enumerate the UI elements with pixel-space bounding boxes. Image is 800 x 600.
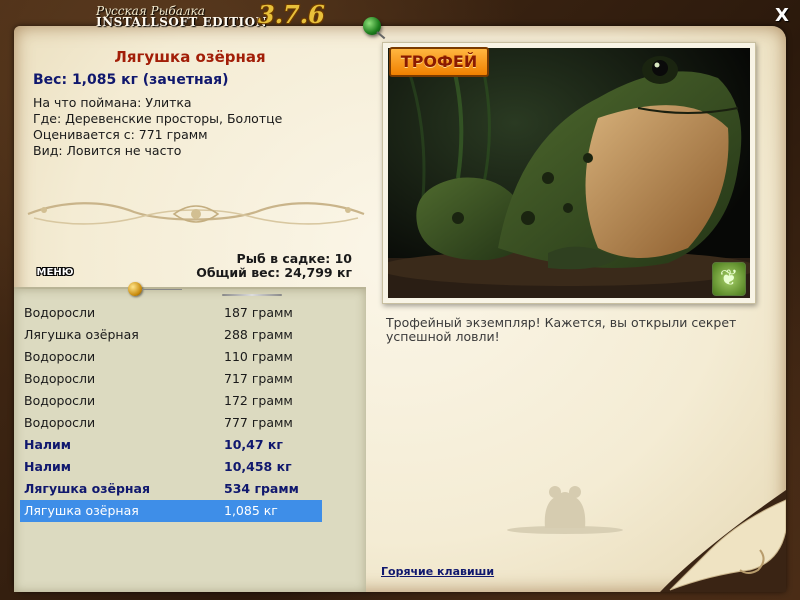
catch-weight: 1,085 кг [224,503,278,518]
fish-info: На что поймана: Улитка Где: Деревенские … [33,95,282,159]
catch-weight: 110 грамм [224,349,293,364]
catch-row[interactable]: Лягушка озёрная 288 грамм [20,324,322,346]
catch-name: Водоросли [24,371,96,386]
catch-weight: 777 грамм [224,415,293,430]
catch-row[interactable]: Лягушка озёрная 534 грамм [20,478,322,500]
valued-line: Оценивается с: 771 грамм [33,127,208,142]
catch-name: Лягушка озёрная [24,327,139,342]
catch-name: Налим [24,437,72,452]
title-main: INSTALLSOFT EDITION [96,15,268,29]
catch-row[interactable]: Налим 10,47 кг [20,434,322,456]
catch-name: Налим [24,459,72,474]
catch-name: Лягушка озёрная [24,481,151,496]
catch-name: Лягушка озёрная [24,503,139,518]
ornament-divider-icon [27,202,365,225]
trophy-badge: ТРОФЕЙ [389,47,489,77]
catch-row-selected[interactable]: Лягушка озёрная 1,085 кг [20,500,322,522]
catch-list: Водоросли 187 грамм Лягушка озёрная 288 гр… [20,302,322,522]
place-line: Где: Деревенские просторы, Болотце [33,111,283,126]
description-text: Трофейный экземпляр! Кажется, вы открыли… [386,315,737,344]
pin-needle-icon [142,289,182,290]
menu-button[interactable]: МЕНЮ [33,265,77,281]
catch-name: Водоросли [24,349,96,364]
fish-count: Рыб в садке: 10 [236,251,352,266]
yellow-pin-icon [128,282,142,296]
catch-row[interactable]: Водоросли 717 грамм [20,368,322,390]
page-curl-icon [660,490,786,592]
butterfly-icon[interactable]: ❦ [712,262,746,296]
fish-weight: Вес: 1,085 кг (зачетная) [33,72,229,88]
green-pin-icon [363,17,381,35]
catch-name: Водоросли [24,305,96,320]
catch-weight: 172 грамм [224,393,293,408]
version-label: 3.7.6 [258,0,325,29]
catch-name: Водоросли [24,415,96,430]
catch-weight: 10,458 кг [224,459,292,474]
total-weight: Общий вес: 24,799 кг [196,265,352,280]
stats-block: Рыб в садке: 10 Общий вес: 24,799 кг [190,252,352,280]
frog-photo [388,48,750,298]
catch-weight: 717 грамм [224,371,293,386]
catch-weight: 534 грамм [224,481,299,496]
close-button[interactable]: X [772,6,792,26]
bait-line: На что поймана: Улитка [33,95,192,110]
frog-watermark-icon [507,486,623,534]
catch-weight: 187 грамм [224,305,293,320]
catch-name: Водоросли [24,393,96,408]
needle-icon [222,294,282,296]
catch-row[interactable]: Водоросли 110 грамм [20,346,322,368]
catch-weight: 10,47 кг [224,437,283,452]
kind-line: Вид: Ловится не часто [33,143,182,158]
fish-name: Лягушка озёрная [114,48,266,66]
catch-row[interactable]: Налим 10,458 кг [20,456,322,478]
frog-illustration [388,48,750,298]
hotkeys-link[interactable]: Горячие клавиши [381,565,494,578]
catch-row[interactable]: Водоросли 777 грамм [20,412,322,434]
catch-weight: 288 грамм [224,327,293,342]
catch-row[interactable]: Водоросли 187 грамм [20,302,322,324]
catch-row[interactable]: Водоросли 172 грамм [20,390,322,412]
